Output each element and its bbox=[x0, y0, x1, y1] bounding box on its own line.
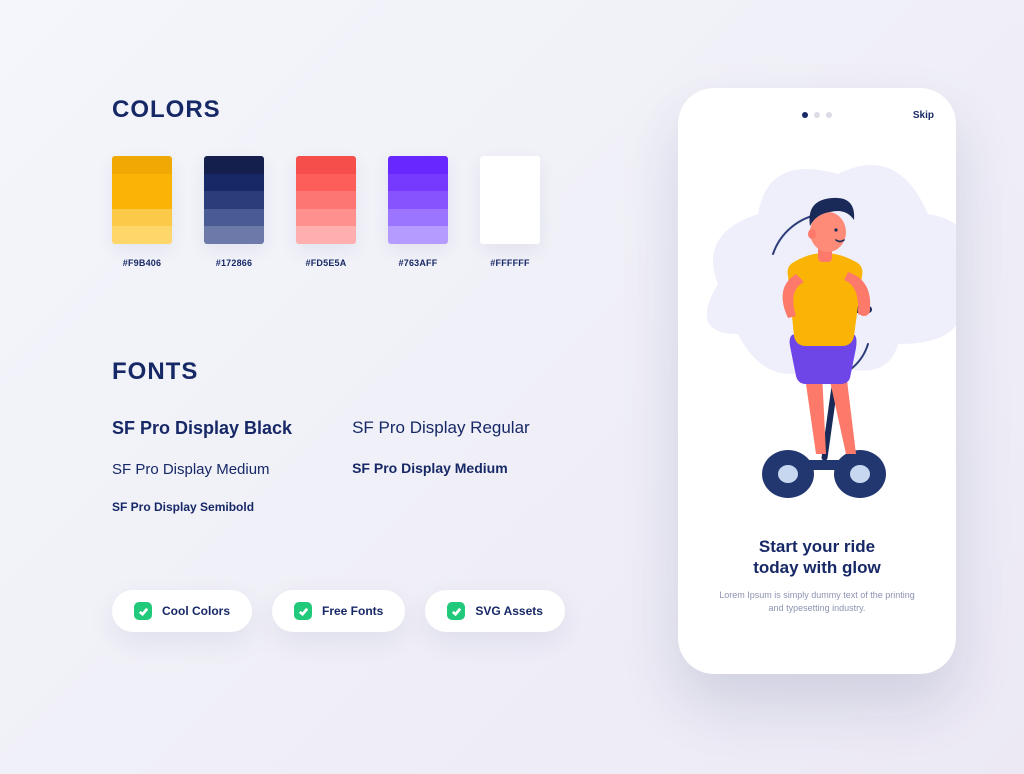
shade bbox=[388, 191, 448, 209]
color-swatch: #F9B406 bbox=[112, 156, 172, 268]
pill-label: Free Fonts bbox=[322, 604, 383, 618]
onboarding-title: Start your ride today with glow bbox=[714, 536, 920, 579]
shade bbox=[388, 174, 448, 192]
shade bbox=[296, 209, 356, 227]
fonts-grid: SF Pro Display Black SF Pro Display Medi… bbox=[112, 418, 622, 514]
swatch-bands bbox=[480, 156, 540, 244]
shade bbox=[112, 191, 172, 209]
shade bbox=[480, 174, 540, 192]
page-dot[interactable] bbox=[802, 112, 808, 118]
shade bbox=[480, 209, 540, 227]
hex-label: #F9B406 bbox=[123, 258, 161, 268]
check-icon bbox=[447, 602, 465, 620]
feature-pill: Cool Colors bbox=[112, 590, 252, 632]
shade bbox=[480, 191, 540, 209]
skip-button[interactable]: Skip bbox=[913, 110, 934, 121]
shade bbox=[112, 156, 172, 174]
shade bbox=[480, 226, 540, 244]
shade bbox=[204, 209, 264, 227]
fonts-heading: FONTS bbox=[112, 358, 622, 386]
font-sample: SF Pro Display Medium bbox=[352, 460, 530, 476]
shade bbox=[112, 226, 172, 244]
phone-mockup: Skip bbox=[678, 88, 956, 674]
font-sample: SF Pro Display Black bbox=[112, 418, 292, 439]
font-sample: SF Pro Display Medium bbox=[112, 461, 292, 478]
shade bbox=[204, 156, 264, 174]
font-sample: SF Pro Display Regular bbox=[352, 418, 530, 438]
feature-pill: Free Fonts bbox=[272, 590, 405, 632]
color-swatch: #FFFFFF bbox=[480, 156, 540, 268]
shade bbox=[388, 226, 448, 244]
onboarding-subtitle: Lorem Ipsum is simply dummy text of the … bbox=[714, 589, 920, 615]
font-sample: SF Pro Display Semibold bbox=[112, 500, 292, 514]
swatch-bands bbox=[112, 156, 172, 244]
check-icon bbox=[294, 602, 312, 620]
color-swatch: #763AFF bbox=[388, 156, 448, 268]
page-dot[interactable] bbox=[826, 112, 832, 118]
shade bbox=[204, 174, 264, 192]
shade bbox=[296, 156, 356, 174]
page-dot[interactable] bbox=[814, 112, 820, 118]
fonts-col-right: SF Pro Display Regular SF Pro Display Me… bbox=[352, 418, 530, 514]
shade bbox=[112, 209, 172, 227]
colors-heading: COLORS bbox=[112, 96, 622, 124]
fonts-col-left: SF Pro Display Black SF Pro Display Medi… bbox=[112, 418, 292, 514]
hex-label: #FFFFFF bbox=[490, 258, 529, 268]
shade bbox=[388, 209, 448, 227]
hex-label: #763AFF bbox=[399, 258, 438, 268]
swatch-bands bbox=[296, 156, 356, 244]
hex-label: #FD5E5A bbox=[306, 258, 347, 268]
color-swatches: #F9B406 #172866 #FD5E5A bbox=[112, 156, 622, 268]
check-icon bbox=[134, 602, 152, 620]
shade bbox=[296, 226, 356, 244]
onboarding-copy: Start your ride today with glow Lorem Ip… bbox=[678, 536, 956, 615]
shade bbox=[296, 174, 356, 192]
shade bbox=[388, 156, 448, 174]
color-swatch: #FD5E5A bbox=[296, 156, 356, 268]
shade bbox=[480, 156, 540, 174]
feature-pills: Cool Colors Free Fonts SVG Assets bbox=[112, 590, 622, 632]
shade bbox=[112, 174, 172, 192]
pill-label: Cool Colors bbox=[162, 604, 230, 618]
color-swatch: #172866 bbox=[204, 156, 264, 268]
shade bbox=[204, 191, 264, 209]
hex-label: #172866 bbox=[216, 258, 252, 268]
swatch-bands bbox=[204, 156, 264, 244]
shade bbox=[296, 191, 356, 209]
feature-pill: SVG Assets bbox=[425, 590, 565, 632]
onboarding-illustration bbox=[678, 134, 956, 514]
swatch-bands bbox=[388, 156, 448, 244]
pill-label: SVG Assets bbox=[475, 604, 543, 618]
shade bbox=[204, 226, 264, 244]
